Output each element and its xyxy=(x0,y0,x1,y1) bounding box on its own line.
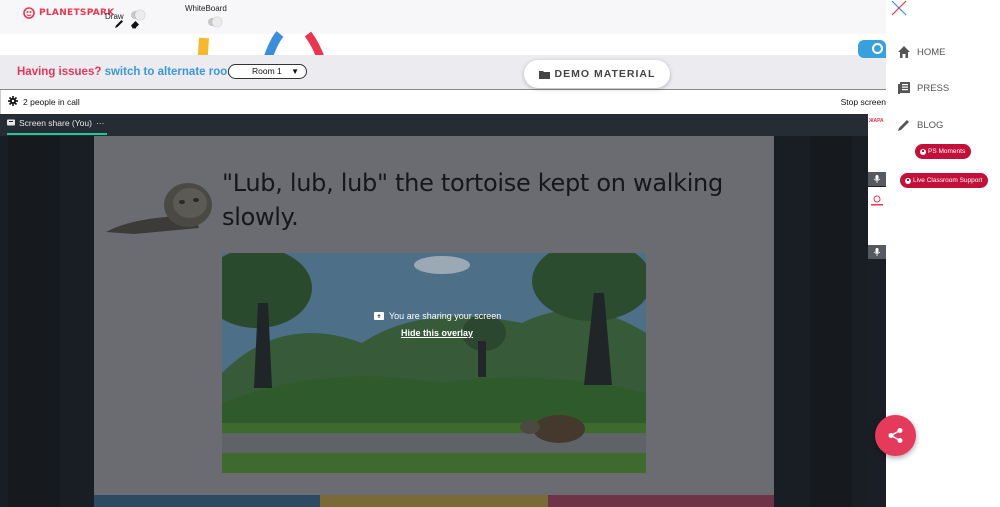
slide-bottom-strip xyxy=(94,495,320,507)
microphone-icon[interactable] xyxy=(868,172,886,186)
issue-label: Having issues? xyxy=(17,66,102,78)
share-button[interactable] xyxy=(875,415,916,456)
demo-material-label: DEMO MATERIAL xyxy=(554,68,656,80)
switch-room-link[interactable]: switch to alternate room xyxy=(105,66,238,78)
draw-tools xyxy=(114,19,140,29)
tab-screen-share-label: Screen share (You) xyxy=(19,118,92,128)
hide-overlay-link[interactable]: Hide this overlay xyxy=(401,328,473,338)
room-select-value: Room 1 xyxy=(252,66,282,76)
nav-item-blog[interactable]: BLOG xyxy=(897,118,943,132)
slide-title: "Lub, lub, lub" the tortoise kept on wal… xyxy=(222,169,723,231)
press-icon xyxy=(898,82,910,94)
gear-icon[interactable] xyxy=(8,96,18,106)
live-support-button[interactable]: Live Classroom Support xyxy=(900,173,989,188)
info-icon xyxy=(920,148,926,155)
people-count: 2 people in call xyxy=(23,97,80,107)
home-icon xyxy=(898,46,910,58)
logo-text: PLANETSPARK xyxy=(39,8,115,18)
planetspark-logo[interactable]: PLANETSPARK xyxy=(22,5,115,21)
stage-right-panel xyxy=(810,136,852,507)
whiteboard-label: WhiteBoard xyxy=(185,4,227,13)
call-bar: 2 people in call Stop screen xyxy=(0,90,886,114)
live-support-label: Live Classroom Support xyxy=(913,177,983,184)
close-icon[interactable] xyxy=(891,0,907,16)
pencil-icon[interactable] xyxy=(114,19,124,29)
planet-logo-icon xyxy=(23,7,35,19)
issue-bar: Having issues? switch to alternate room … xyxy=(0,55,886,90)
microphone-icon[interactable] xyxy=(868,245,886,259)
screen-share-icon xyxy=(7,119,15,126)
tab-screen-share[interactable]: Screen share (You) ··· xyxy=(7,118,104,128)
slide: "Lub, lub, lub" the tortoise kept on wal… xyxy=(94,136,774,507)
nav-item-press[interactable]: PRESS xyxy=(897,81,949,95)
issue-message: Having issues? switch to alternate room xyxy=(17,66,238,78)
folder-icon xyxy=(538,70,550,79)
sharing-message-text: You are sharing your screen xyxy=(389,311,502,321)
meeting-window: 2 people in call Stop screen Screen shar… xyxy=(0,89,886,507)
nav-item-label: PRESS xyxy=(917,82,950,94)
chat-tab-icon[interactable] xyxy=(858,40,886,58)
shared-screen-stage: "Lub, lub, lub" the tortoise kept on wal… xyxy=(0,136,868,507)
more-options-icon[interactable]: ··· xyxy=(96,118,105,128)
room-select[interactable]: Room 1 ▼ xyxy=(228,64,307,79)
nav-item-label: HOME xyxy=(917,46,946,58)
share-tab-bar: Screen share (You) ··· xyxy=(0,114,868,136)
caret-down-icon: ▼ xyxy=(291,67,299,76)
nav-item-label: BLOG xyxy=(917,119,944,131)
stop-screen-button[interactable]: Stop screen xyxy=(841,97,886,107)
pencil-icon xyxy=(898,120,909,131)
draw-toggle[interactable] xyxy=(131,9,146,20)
thumbnail-logo-text: ЖАРА xyxy=(869,118,884,124)
participant-thumbnail[interactable] xyxy=(868,187,886,245)
whiteboard-control: WhiteBoard xyxy=(185,4,227,27)
participant-thumbnail[interactable]: ЖАРА xyxy=(868,114,886,172)
nav-item-home[interactable]: HOME xyxy=(897,45,946,59)
upload-screen-icon xyxy=(374,311,384,320)
planet-logo-icon xyxy=(871,195,883,206)
page: PLANETSPARK Draw WhiteBoard Having issue… xyxy=(0,0,1000,507)
eraser-icon[interactable] xyxy=(130,19,140,29)
slide-bottom-strip xyxy=(548,495,774,507)
stage-left-panel xyxy=(8,136,60,507)
info-icon xyxy=(905,177,911,184)
sharing-overlay-message: You are sharing your screen xyxy=(374,311,501,321)
ps-moments-button[interactable]: PS Moments xyxy=(915,144,972,159)
top-toolbar: PLANETSPARK Draw WhiteBoard xyxy=(0,0,886,34)
slide-bottom-strip xyxy=(320,495,548,507)
ps-moments-label: PS Moments xyxy=(928,148,966,155)
share-icon xyxy=(888,428,903,443)
tortoise-scene-image xyxy=(222,253,646,473)
demo-material-button[interactable]: DEMO MATERIAL xyxy=(524,60,670,88)
active-tab-indicator xyxy=(7,133,107,135)
tortoise-head-image xyxy=(106,183,212,234)
whiteboard-toggle[interactable] xyxy=(208,17,222,27)
